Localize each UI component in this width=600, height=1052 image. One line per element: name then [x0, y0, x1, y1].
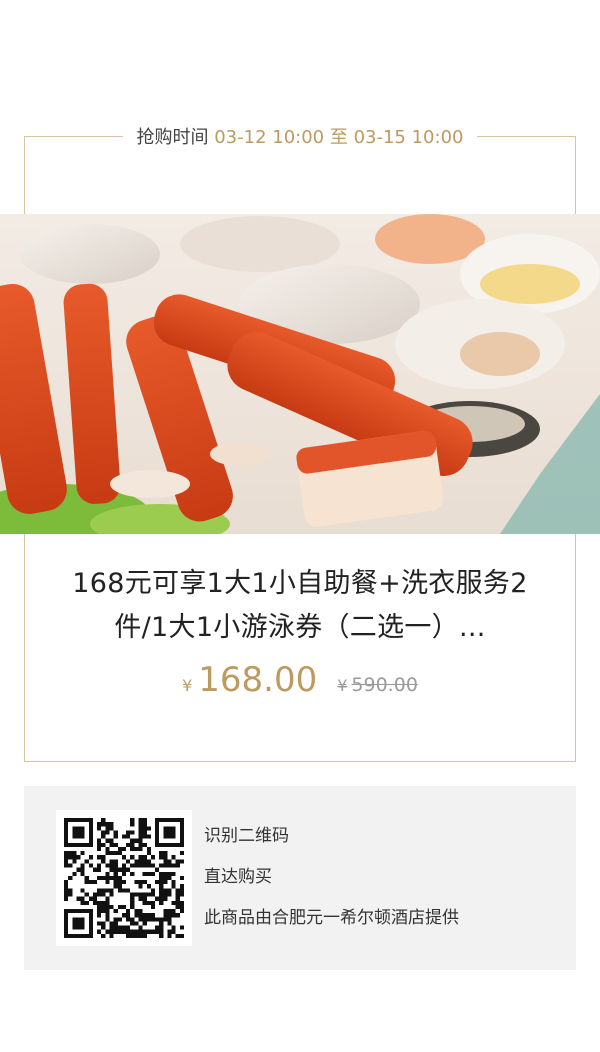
qr-instructions: 识别二维码 直达购买 此商品由合肥元一希尔顿酒店提供 [204, 824, 459, 947]
sale-time-header: 抢购时间 03-12 10:00 至 03-15 10:00 [0, 122, 600, 150]
qr-card: 识别二维码 直达购买 此商品由合肥元一希尔顿酒店提供 [24, 786, 576, 970]
price-row: ¥168.00 ¥590.00 [0, 660, 600, 710]
product-image [0, 214, 600, 534]
sale-time-range: 03-12 10:00 至 03-15 10:00 [214, 127, 464, 148]
original-price: ¥590.00 [337, 674, 418, 696]
sale-price: ¥168.00 [182, 660, 317, 700]
sale-price-value: 168.00 [198, 660, 318, 700]
qr-line-scan: 识别二维码 [204, 826, 289, 846]
currency-symbol: ¥ [182, 676, 193, 695]
original-price-value: 590.00 [351, 674, 418, 696]
provider-text: 此商品由合肥元一希尔顿酒店提供 [204, 908, 459, 928]
qr-line-buy: 直达购买 [204, 867, 272, 887]
qr-code[interactable] [56, 810, 192, 946]
original-currency-symbol: ¥ [337, 676, 348, 695]
product-title: 168元可享1大1小自助餐+洗衣服务2件/1大1小游泳券（二选一）... [72, 568, 528, 643]
sale-time-label: 抢购时间 [136, 127, 209, 148]
